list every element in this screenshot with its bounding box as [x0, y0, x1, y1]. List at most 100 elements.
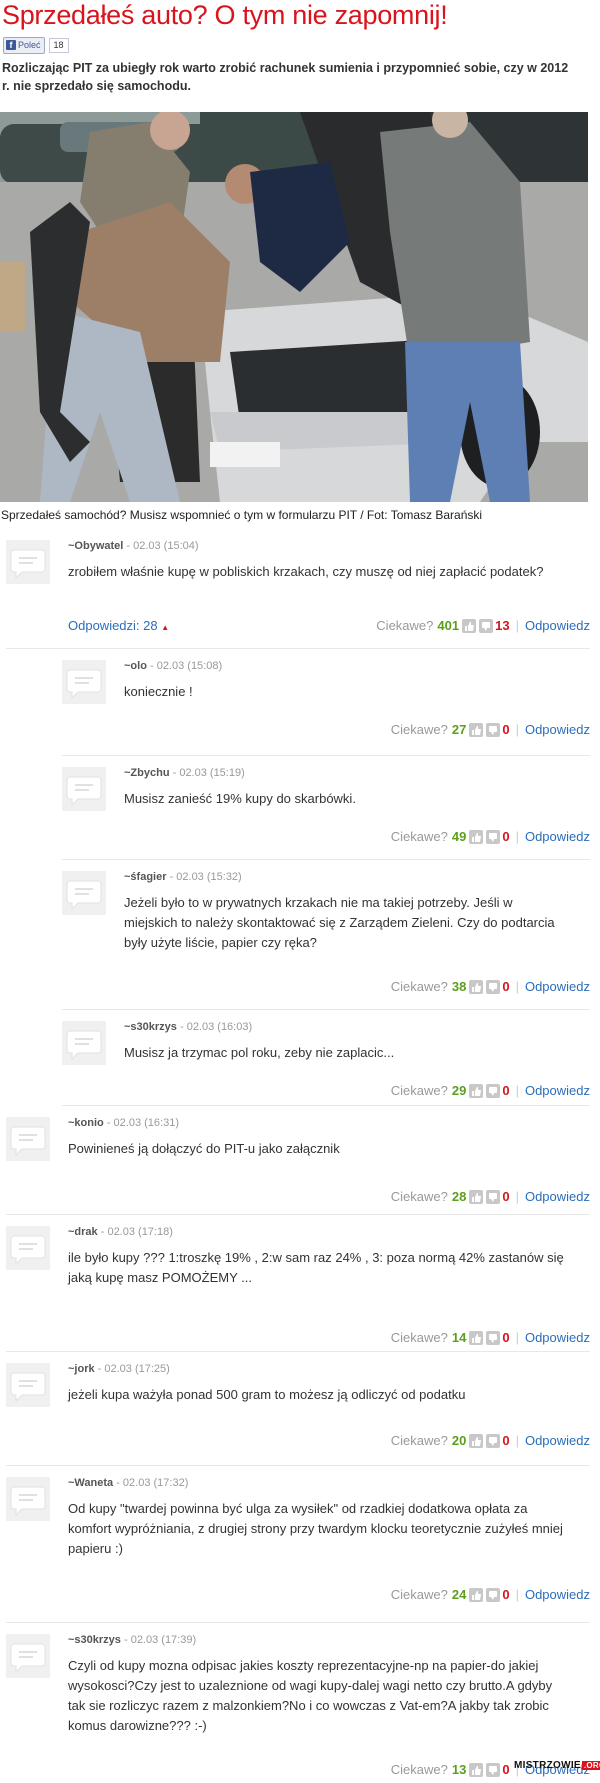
comment-divider: [62, 755, 590, 756]
thumbs-up-icon[interactable]: [469, 829, 484, 844]
comment-author[interactable]: ~olo: [124, 660, 147, 672]
comment-meta: ~drak - 02.03 (17:18): [68, 1226, 173, 1238]
comment-footer: Ciekawe? 28 0 | Odpowiedz: [391, 1189, 590, 1204]
reply-link[interactable]: Odpowiedz: [525, 722, 590, 737]
comment-author[interactable]: ~jork: [68, 1363, 95, 1375]
downvote-count: 0: [502, 1762, 510, 1777]
reply-link[interactable]: Odpowiedz: [525, 1587, 590, 1602]
comment-text: Czyli od kupy mozna odpisac jakies koszt…: [68, 1658, 553, 1733]
comment-meta: ~konio - 02.03 (16:31): [68, 1117, 179, 1129]
comment-date: - 02.03 (17:32): [113, 1477, 189, 1489]
comment-divider: [62, 1105, 590, 1106]
comment-meta: ~Zbychu - 02.03 (15:19): [124, 767, 245, 779]
upvote-count: 13: [451, 1762, 467, 1777]
upvote-count: 20: [451, 1433, 467, 1448]
facebook-like-widget[interactable]: f Poleć 18: [3, 36, 69, 54]
comment-meta: ~s30krzys - 02.03 (16:03): [124, 1021, 252, 1033]
comment-author[interactable]: ~śfagier: [124, 871, 167, 883]
reply-link[interactable]: Odpowiedz: [525, 979, 590, 994]
comment-footer: Ciekawe? 14 0 | Odpowiedz: [391, 1330, 590, 1345]
comment-text: koniecznie !: [124, 684, 193, 699]
thumbs-up-icon[interactable]: [469, 979, 484, 994]
thumbs-up-icon[interactable]: [469, 722, 484, 737]
comment-author[interactable]: ~s30krzys: [124, 1021, 177, 1033]
interesting-label: Ciekawe?: [390, 1587, 448, 1602]
comment-meta: ~s30krzys - 02.03 (17:39): [68, 1634, 196, 1646]
thumbs-down-icon[interactable]: [486, 1587, 501, 1602]
thumbs-down-icon[interactable]: [486, 829, 501, 844]
separator: |: [515, 618, 519, 633]
comment-footer: Ciekawe? 27 0 | Odpowiedz: [391, 722, 590, 737]
comment-date: - 02.03 (15:08): [146, 660, 223, 672]
comment-divider: [6, 1622, 590, 1623]
comment-footer: Ciekawe? 24 0 | Odpowiedz: [391, 1587, 590, 1602]
comment-author[interactable]: ~drak: [68, 1226, 98, 1238]
reply-link[interactable]: Odpowiedz: [525, 1083, 590, 1098]
thumbs-up-icon[interactable]: [462, 618, 477, 633]
downvote-count: 0: [502, 1189, 510, 1204]
downvote-count: 0: [502, 829, 510, 844]
facebook-like-count: 18: [48, 37, 69, 53]
avatar-placeholder-icon: [6, 540, 50, 584]
comment-author[interactable]: ~Zbychu: [124, 767, 170, 779]
comment-text: Powinieneś ją dołączyć do PIT-u jako zał…: [68, 1141, 340, 1156]
reply-link[interactable]: Odpowiedz: [525, 1189, 590, 1204]
thumbs-down-icon[interactable]: [486, 1330, 501, 1345]
thumbs-down-icon[interactable]: [486, 1762, 501, 1777]
facebook-like-button[interactable]: f Poleć: [3, 36, 45, 54]
upvote-count: 29: [451, 1083, 467, 1098]
comment-date: - 02.03 (16:31): [103, 1117, 179, 1129]
upvote-count: 28: [451, 1189, 467, 1204]
comment-author[interactable]: ~konio: [68, 1117, 104, 1129]
comment-date: - 02.03 (17:25): [94, 1363, 170, 1375]
downvote-count: 0: [502, 1330, 510, 1345]
interesting-label: Ciekawe?: [390, 1330, 448, 1345]
comment-date: - 02.03 (17:39): [120, 1634, 197, 1646]
separator: |: [515, 1433, 519, 1448]
article-title: Sprzedałeś auto? O tym nie zapomnij!: [2, 0, 448, 30]
comment-date: - 02.03 (17:18): [97, 1226, 173, 1238]
thumbs-up-icon[interactable]: [469, 1433, 484, 1448]
upvote-count: 14: [451, 1330, 467, 1345]
interesting-label: Ciekawe?: [376, 618, 434, 633]
comment-divider: [62, 1009, 590, 1010]
downvote-count: 0: [502, 1083, 510, 1098]
thumbs-down-icon[interactable]: [486, 1083, 501, 1098]
interesting-label: Ciekawe?: [390, 1189, 448, 1204]
facebook-icon: f: [6, 40, 16, 50]
thumbs-up-icon[interactable]: [469, 1330, 484, 1345]
comment-footer: Ciekawe? 401 13 | Odpowiedz: [376, 618, 590, 633]
thumbs-down-icon[interactable]: [486, 1433, 501, 1448]
interesting-label: Ciekawe?: [390, 829, 448, 844]
comment-text: Jeżeli było to w prywatnych krzakach nie…: [124, 895, 555, 950]
separator: |: [515, 722, 519, 737]
thumbs-up-icon[interactable]: [469, 1587, 484, 1602]
thumbs-up-icon[interactable]: [469, 1189, 484, 1204]
reply-link[interactable]: Odpowiedz: [525, 1433, 590, 1448]
thumbs-up-icon[interactable]: [469, 1083, 484, 1098]
upvote-count: 24: [451, 1587, 467, 1602]
comment-meta: ~Waneta - 02.03 (17:32): [68, 1477, 188, 1489]
comment-text: ile było kupy ??? 1:troszkę 19% , 2:w sa…: [68, 1250, 564, 1285]
comment-author[interactable]: ~Waneta: [68, 1477, 113, 1489]
comment-meta: ~Obywatel - 02.03 (15:04): [68, 540, 199, 552]
reply-link[interactable]: Odpowiedz: [525, 618, 590, 633]
thumbs-down-icon[interactable]: [486, 1189, 501, 1204]
reply-link[interactable]: Odpowiedz: [525, 829, 590, 844]
comment-author[interactable]: ~s30krzys: [68, 1634, 121, 1646]
comment-date: - 02.03 (16:03): [176, 1021, 253, 1033]
reply-link[interactable]: Odpowiedz: [525, 1330, 590, 1345]
replies-toggle[interactable]: Odpowiedzi: 28 ▲: [68, 618, 169, 633]
downvote-count: 0: [502, 979, 510, 994]
thumbs-down-icon[interactable]: [486, 722, 501, 737]
watermark-name: MISTRZOWIE: [514, 1760, 581, 1771]
comment-text: zrobiłem właśnie kupę w pobliskich krzak…: [68, 564, 544, 579]
comment-author[interactable]: ~Obywatel: [68, 540, 123, 552]
comment-footer: Ciekawe? 38 0 | Odpowiedz: [391, 979, 590, 994]
comment-divider: [62, 859, 590, 860]
comment-footer: Ciekawe? 49 0 | Odpowiedz: [391, 829, 590, 844]
thumbs-up-icon[interactable]: [469, 1762, 484, 1777]
thumbs-down-icon[interactable]: [479, 618, 494, 633]
comment-divider: [6, 1214, 590, 1215]
thumbs-down-icon[interactable]: [486, 979, 501, 994]
